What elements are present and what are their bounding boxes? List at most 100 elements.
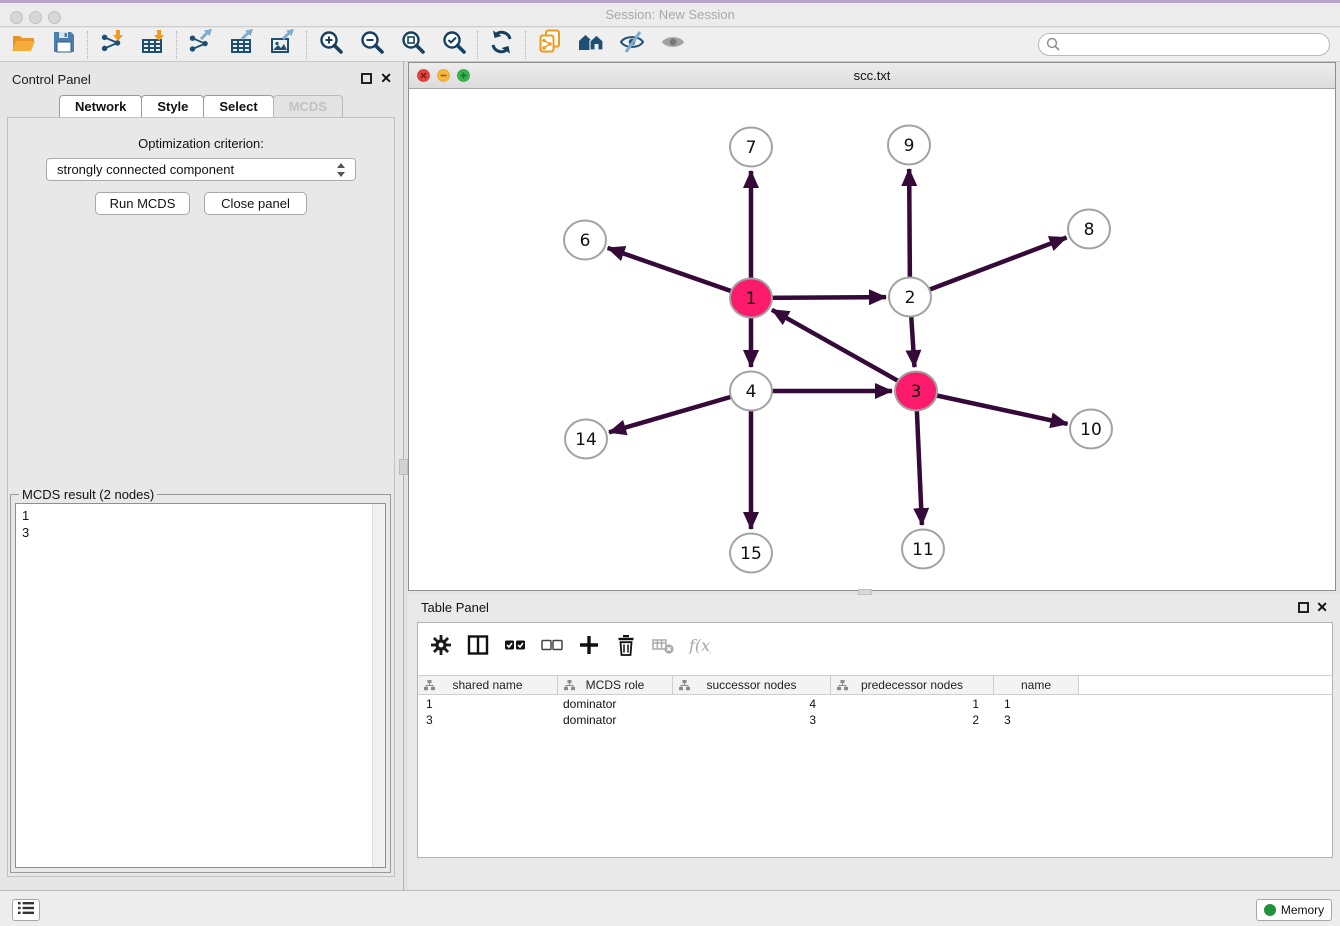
table-cell[interactable]: 3 [418, 712, 558, 728]
network-window-titlebar: scc.txt [409, 63, 1335, 89]
criterion-select[interactable]: strongly connected component [46, 158, 356, 181]
control-panel-close-button[interactable]: ✕ [380, 70, 392, 87]
import-table-icon [140, 29, 166, 60]
export-image-button[interactable] [262, 29, 303, 61]
graph-node-label: 10 [1080, 420, 1102, 440]
column-header-label: predecessor nodes [861, 678, 963, 692]
table-row[interactable]: 1dominator411 [418, 696, 1332, 712]
network-view-window: scc.txt 7 9 6 8 1 2 4 3 14 10 15 11 [408, 62, 1336, 591]
delete-table-icon [652, 634, 674, 661]
graph-node-3[interactable]: 3 [895, 372, 937, 411]
clear-checks-button[interactable] [541, 634, 563, 661]
table-cell[interactable]: dominator [558, 712, 673, 728]
import-network-icon [99, 29, 125, 60]
column-header-predecessor-nodes[interactable]: predecessor nodes [831, 676, 994, 694]
graph-edge-1-6[interactable] [608, 248, 751, 298]
window-title: Session: New Session [0, 3, 1340, 27]
show-all-button[interactable] [652, 29, 693, 61]
graph-node-10[interactable]: 10 [1070, 410, 1112, 449]
graph-node-11[interactable]: 11 [902, 530, 944, 569]
mcds-result-groupbox: MCDS result (2 nodes) 1 3 [10, 494, 391, 873]
zoom-in-button[interactable] [310, 29, 351, 61]
table-cell[interactable]: 1 [994, 696, 1079, 712]
search-input[interactable] [1038, 33, 1330, 56]
graph-node-15[interactable]: 15 [730, 534, 772, 573]
table-cell[interactable]: 4 [673, 696, 831, 712]
gear-icon [430, 634, 452, 661]
graph-node-4[interactable]: 4 [730, 372, 772, 411]
graph-node-label: 9 [904, 136, 915, 156]
graph-edge-3-1[interactable] [772, 310, 916, 391]
graph-node-label: 7 [746, 138, 757, 158]
refresh-icon [489, 29, 515, 60]
graph-node-label: 2 [905, 288, 916, 308]
add-row-button[interactable] [578, 634, 600, 661]
control-panel-float-button[interactable] [361, 73, 372, 84]
new-network-from-selection-button[interactable] [529, 29, 570, 61]
mcds-result-textarea[interactable]: 1 3 [15, 503, 386, 868]
graph-node-8[interactable]: 8 [1068, 210, 1110, 249]
table-row[interactable]: 3dominator323 [418, 712, 1332, 728]
table-cell[interactable]: 2 [831, 712, 994, 728]
tab-style[interactable]: Style [141, 95, 204, 118]
zoom-out-button[interactable] [351, 29, 392, 61]
hide-selected-button[interactable] [611, 29, 652, 61]
graph-edge-2-8[interactable] [910, 238, 1067, 297]
search-field-wrap [1038, 33, 1330, 56]
import-network-button[interactable] [91, 29, 132, 61]
save-session-button[interactable] [43, 29, 84, 61]
graph-edge-3-10[interactable] [916, 391, 1068, 424]
export-image-icon [270, 29, 296, 60]
table-panel-float-button[interactable] [1298, 602, 1309, 613]
column-header-label: successor nodes [706, 678, 796, 692]
optimization-criterion-label: Optimization criterion: [8, 136, 394, 151]
result-scrollbar[interactable] [372, 504, 385, 867]
gear-button[interactable] [430, 634, 452, 661]
network-window-title: scc.txt [409, 63, 1335, 89]
task-history-button[interactable] [12, 899, 40, 921]
graph-node-2[interactable]: 2 [889, 278, 931, 317]
column-header-shared-name[interactable]: shared name [418, 676, 558, 694]
tab-network[interactable]: Network [59, 95, 142, 118]
table-cell[interactable]: 1 [418, 696, 558, 712]
graph-node-9[interactable]: 9 [888, 126, 930, 165]
column-type-icon [679, 680, 690, 694]
network-graph-canvas[interactable]: 7 9 6 8 1 2 4 3 14 10 15 11 [409, 89, 1335, 590]
graph-node-1[interactable]: 1 [730, 279, 772, 318]
export-network-icon [188, 29, 214, 60]
column-header-MCDS-role[interactable]: MCDS role [558, 676, 673, 694]
zoom-fit-icon [400, 29, 426, 60]
export-table-button[interactable] [221, 29, 262, 61]
search-icon [1046, 37, 1061, 57]
column-header-name[interactable]: name [994, 676, 1079, 694]
table-cell[interactable]: 1 [831, 696, 994, 712]
zoom-fit-button[interactable] [392, 29, 433, 61]
memory-button[interactable]: Memory [1256, 899, 1332, 921]
tab-mcds[interactable]: MCDS [273, 95, 343, 118]
refresh-button[interactable] [481, 29, 522, 61]
run-mcds-button[interactable]: Run MCDS [95, 192, 190, 215]
vertical-splitter-handle[interactable] [399, 459, 408, 475]
svg-text:f(x): f(x) [689, 636, 711, 655]
graph-node-7[interactable]: 7 [730, 128, 772, 167]
graph-node-label: 4 [746, 382, 757, 402]
table-cell[interactable]: dominator [558, 696, 673, 712]
column-header-successor-nodes[interactable]: successor nodes [673, 676, 831, 694]
select-all-checks-button[interactable] [504, 634, 526, 661]
delete-row-button[interactable] [615, 634, 637, 661]
first-neighbors-button[interactable] [570, 29, 611, 61]
open-session-button[interactable] [2, 29, 43, 61]
graph-node-14[interactable]: 14 [565, 420, 607, 459]
graph-edge-4-14[interactable] [609, 391, 751, 432]
show-all-icon [660, 29, 686, 60]
table-cell[interactable]: 3 [994, 712, 1079, 728]
import-table-button[interactable] [132, 29, 173, 61]
table-panel-close-button[interactable]: ✕ [1316, 599, 1328, 616]
close-panel-button[interactable]: Close panel [204, 192, 307, 215]
export-network-button[interactable] [180, 29, 221, 61]
zoom-selected-button[interactable] [433, 29, 474, 61]
tab-select[interactable]: Select [203, 95, 273, 118]
table-cell[interactable]: 3 [673, 712, 831, 728]
columns-button[interactable] [467, 634, 489, 661]
graph-node-6[interactable]: 6 [564, 221, 606, 260]
